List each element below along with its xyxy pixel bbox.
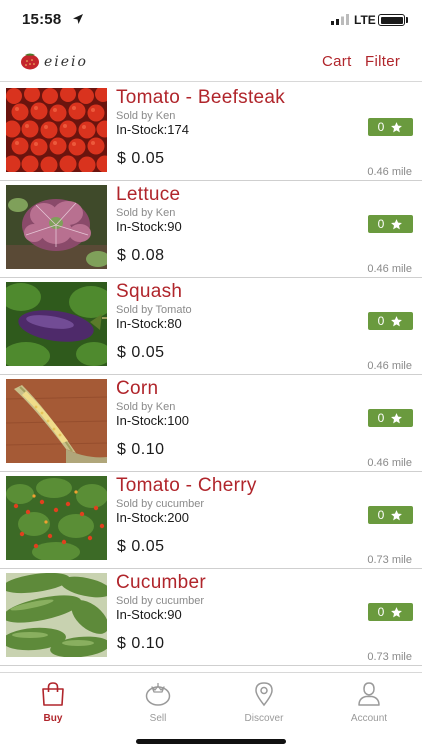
product-price: $ 0.08 [117,247,165,264]
tab-label: Discover [244,713,284,724]
product-image [6,88,107,172]
status-bar: 15:58 LTE [0,0,422,40]
product-stock: In-Stock:90 [116,219,182,234]
product-image [6,476,107,560]
rating-count: 0 [377,508,385,522]
person-icon [358,682,380,706]
product-distance: 0.73 mile [367,651,412,663]
product-image [6,573,107,657]
app-header: eieio Cart Filter [0,42,422,82]
product-name: Cucumber [116,572,207,593]
product-price: $ 0.05 [117,344,165,361]
tab-account[interactable]: Account [329,679,409,727]
product-row[interactable]: Tomato - Beefsteak Sold by Ken In-Stock:… [0,84,422,181]
product-distance: 0.73 mile [367,554,412,566]
tab-discover[interactable]: Discover [224,679,304,727]
rating-badge[interactable]: 0 [368,312,413,330]
product-seller: Sold by Ken [116,401,176,413]
home-indicator [136,739,286,744]
status-time: 15:58 [22,11,62,28]
product-distance: 0.46 mile [367,457,412,469]
rating-count: 0 [377,314,385,328]
star-icon [391,121,403,132]
tab-sell[interactable]: Sell [118,679,198,727]
product-distance: 0.46 mile [367,360,412,372]
rating-badge[interactable]: 0 [368,409,413,427]
logo-text: eieio [44,54,88,70]
battery-icon [378,14,405,26]
tab-label: Account [350,713,388,724]
rating-count: 0 [377,120,385,134]
product-image [6,282,107,366]
product-stock: In-Stock:200 [116,510,189,525]
rating-badge[interactable]: 0 [368,506,413,524]
tomato-icon [145,683,171,706]
product-seller: Sold by cucumber [116,595,205,607]
cart-button[interactable]: Cart [322,53,352,70]
product-seller: Sold by Ken [116,110,176,122]
product-row[interactable]: Tomato - Cherry Sold by cucumber In-Stoc… [0,472,422,569]
product-stock: In-Stock:90 [116,607,182,622]
product-name: Corn [116,378,159,399]
product-stock: In-Stock:174 [116,122,189,137]
rating-badge[interactable]: 0 [368,118,413,136]
battery-cap [406,17,408,23]
product-name: Tomato - Cherry [116,475,257,496]
cellular-signal-icon [331,14,349,25]
network-type: LTE [354,13,376,27]
product-seller: Sold by Tomato [116,304,192,316]
product-distance: 0.46 mile [367,263,412,275]
product-seller: Sold by cucumber [116,498,205,510]
star-icon [391,509,403,520]
rating-count: 0 [377,411,385,425]
product-list: Tomato - Beefsteak Sold by Ken In-Stock:… [0,84,422,666]
product-stock: In-Stock:100 [116,413,189,428]
product-name: Tomato - Beefsteak [116,87,286,108]
star-icon [391,315,403,326]
product-row[interactable]: Corn Sold by Ken In-Stock:100 $ 0.10 0 0… [0,375,422,472]
product-row[interactable]: Squash Sold by Tomato In-Stock:80 $ 0.05… [0,278,422,375]
product-name: Squash [116,281,183,302]
star-icon [391,606,403,617]
location-arrow-icon [73,14,83,24]
product-price: $ 0.05 [117,150,165,167]
tab-label: Sell [149,713,167,724]
product-row[interactable]: Cucumber Sold by cucumber In-Stock:90 $ … [0,569,422,666]
tab-label: Buy [43,713,63,724]
rating-badge[interactable]: 0 [368,603,413,621]
rating-badge[interactable]: 0 [368,215,413,233]
product-image [6,185,107,269]
product-image [6,379,107,463]
rating-count: 0 [377,217,385,231]
product-price: $ 0.10 [117,635,165,652]
product-name: Lettuce [116,184,181,205]
tab-buy[interactable]: Buy [13,679,93,727]
product-seller: Sold by Ken [116,207,176,219]
strawberry-logo-icon [21,53,39,70]
star-icon [391,412,403,423]
rating-count: 0 [377,605,385,619]
filter-button[interactable]: Filter [365,53,400,70]
product-row[interactable]: Lettuce Sold by Ken In-Stock:90 $ 0.08 0… [0,181,422,278]
product-price: $ 0.05 [117,538,165,555]
location-pin-icon [255,682,273,707]
shopping-bag-icon [42,682,64,706]
product-price: $ 0.10 [117,441,165,458]
star-icon [391,218,403,229]
product-distance: 0.46 mile [367,166,412,178]
product-stock: In-Stock:80 [116,316,182,331]
